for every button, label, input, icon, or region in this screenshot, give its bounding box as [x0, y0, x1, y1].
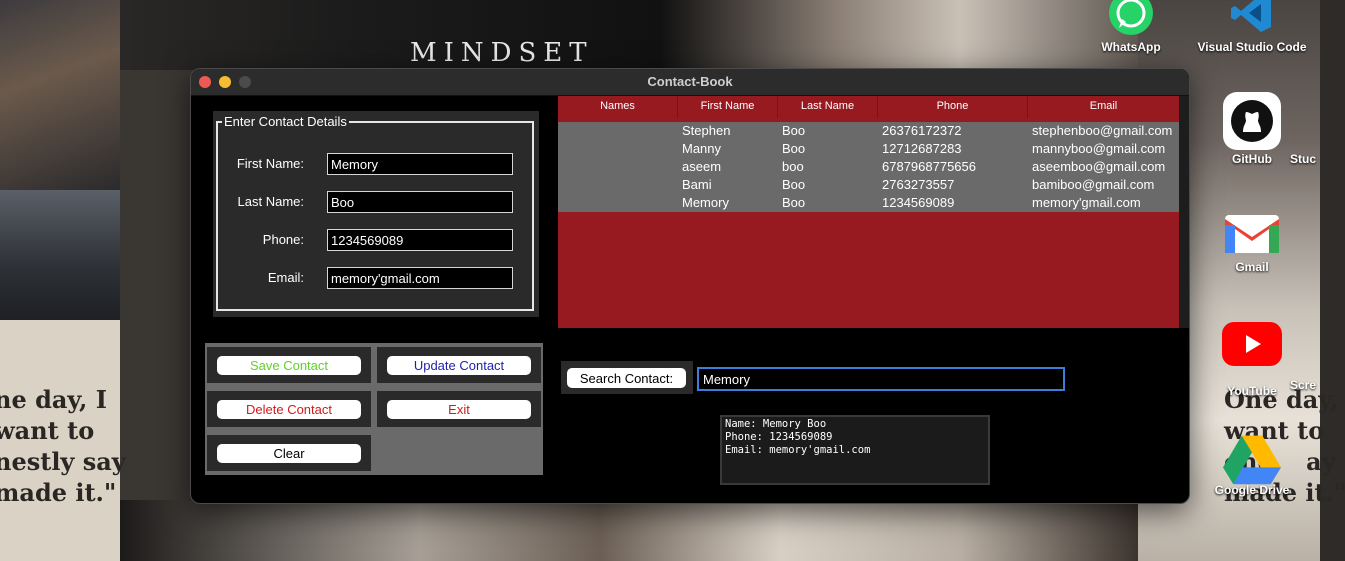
wallpaper-quote-left: ne day, I want to nestly say made it.": [0, 385, 126, 507]
first-name-row: First Name:: [218, 153, 536, 177]
email-label: Email:: [267, 270, 304, 285]
desktop-icon-whatsapp[interactable]: WhatsApp: [1076, 0, 1186, 54]
table-row[interactable]: Manny Boo 12712687283 mannyboo@gmail.com: [558, 140, 1179, 158]
desktop-icon-label: WhatsApp: [1101, 40, 1161, 54]
contacts-table[interactable]: Names First Name Last Name Phone Email S…: [558, 96, 1179, 328]
wallpaper-photo-desk: [0, 190, 120, 320]
search-input[interactable]: [697, 367, 1065, 391]
delete-cell: Delete Contact: [207, 391, 371, 427]
first-name-input[interactable]: [327, 153, 513, 175]
table-row[interactable]: Memory Boo 1234569089 memory'gmail.com: [558, 194, 1179, 212]
cell-first-name: Memory: [682, 195, 729, 210]
last-name-input[interactable]: [327, 191, 513, 213]
cell-email: bamiboo@gmail.com: [1032, 177, 1155, 192]
search-cell: Search Contact:: [561, 361, 693, 394]
table-row[interactable]: Stephen Boo 26376172372 stephenboo@gmail…: [558, 122, 1179, 140]
cell-email: memory'gmail.com: [1032, 195, 1141, 210]
table-header: Names First Name Last Name Phone Email: [558, 96, 1179, 118]
table-body: Stephen Boo 26376172372 stephenboo@gmail…: [558, 122, 1179, 212]
save-cell: Save Contact: [207, 347, 371, 383]
phone-input[interactable]: [327, 229, 513, 251]
desktop-icon-label: Gmail: [1235, 260, 1269, 274]
whatsapp-icon: [1102, 0, 1160, 38]
contact-details-panel: Enter Contact Details First Name: Last N…: [213, 111, 539, 317]
cell-phone: 6787968775656: [882, 159, 976, 174]
column-header-names[interactable]: Names: [558, 96, 678, 118]
table-scrollbar[interactable]: [1179, 96, 1189, 328]
update-cell: Update Contact: [377, 347, 541, 383]
update-contact-button[interactable]: Update Contact: [387, 356, 531, 375]
gmail-icon: [1223, 208, 1281, 258]
column-header-last-name[interactable]: Last Name: [778, 96, 878, 118]
table-row[interactable]: aseem boo 6787968775656 aseemboo@gmail.c…: [558, 158, 1179, 176]
contact-details-frame: Enter Contact Details First Name: Last N…: [216, 114, 536, 311]
column-header-email[interactable]: Email: [1028, 96, 1179, 118]
vscode-icon: [1223, 0, 1281, 38]
cell-phone: 2763273557: [882, 177, 955, 192]
column-header-phone[interactable]: Phone: [878, 96, 1028, 118]
phone-label: Phone:: [262, 232, 304, 247]
desktop-icon-vscode[interactable]: Visual Studio Code: [1197, 0, 1307, 54]
phone-row: Phone:: [218, 229, 536, 253]
first-name-label: First Name:: [236, 156, 304, 171]
youtube-icon: [1222, 322, 1282, 366]
cell-phone: 1234569089: [882, 195, 955, 210]
delete-contact-button[interactable]: Delete Contact: [217, 400, 361, 419]
desktop-icon-label: Visual Studio Code: [1197, 40, 1307, 54]
desktop-icon-label: Google Drive: [1214, 483, 1290, 497]
save-contact-button[interactable]: Save Contact: [217, 356, 361, 375]
exit-button[interactable]: Exit: [387, 400, 531, 419]
cell-first-name: Manny: [682, 141, 722, 156]
desktop-icon-google-drive[interactable]: Google Drive: [1197, 430, 1307, 497]
cell-last-name: Boo: [782, 177, 806, 192]
cell-first-name: Stephen: [682, 123, 731, 138]
cell-last-name: boo: [782, 159, 804, 174]
google-drive-icon: [1223, 430, 1281, 488]
exit-cell: Exit: [377, 391, 541, 427]
desktop-icon-label: Scre: [1290, 378, 1317, 392]
email-row: Email:: [218, 267, 536, 291]
wallpaper-photo-city: [0, 0, 120, 190]
table-row[interactable]: Bami Boo 2763273557 bamiboo@gmail.com: [558, 176, 1179, 194]
cell-phone: 12712687283: [882, 141, 962, 156]
search-contact-button[interactable]: Search Contact:: [567, 368, 686, 388]
cell-last-name: Boo: [782, 123, 806, 138]
cell-email: mannyboo@gmail.com: [1032, 141, 1166, 156]
desktop-icon-stuc[interactable]: Stuc: [1290, 150, 1345, 166]
email-input[interactable]: [327, 267, 513, 289]
wallpaper-heading: MINDSET: [410, 38, 594, 68]
cell-email: aseemboo@gmail.com: [1032, 159, 1166, 174]
column-header-first-name[interactable]: First Name: [678, 96, 778, 118]
last-name-row: Last Name:: [218, 191, 536, 215]
github-icon: [1223, 92, 1281, 150]
window-title: Contact-Book: [647, 74, 733, 89]
clear-button[interactable]: Clear: [217, 444, 361, 463]
cell-email: stephenboo@gmail.com: [1032, 123, 1173, 138]
desktop-icon-scre[interactable]: Scre: [1290, 376, 1345, 392]
clear-cell: Clear: [207, 435, 371, 471]
cell-first-name: Bami: [682, 177, 712, 192]
cell-first-name: aseem: [682, 159, 722, 174]
desktop-icon-label: Stuc: [1290, 152, 1317, 166]
actions-panel: Save Contact Update Contact Delete Conta…: [205, 343, 543, 475]
window-titlebar[interactable]: Contact-Book: [191, 69, 1189, 96]
search-result-box: Name: Memory Boo Phone: 1234569089 Email…: [720, 415, 990, 485]
contact-book-window: Contact-Book Enter Contact Details First…: [190, 68, 1190, 504]
desktop-icon-gmail[interactable]: Gmail: [1197, 208, 1307, 274]
cell-last-name: Boo: [782, 141, 806, 156]
cell-phone: 26376172372: [882, 123, 962, 138]
cell-last-name: Boo: [782, 195, 806, 210]
last-name-label: Last Name:: [237, 194, 304, 209]
contact-details-legend: Enter Contact Details: [222, 114, 349, 129]
